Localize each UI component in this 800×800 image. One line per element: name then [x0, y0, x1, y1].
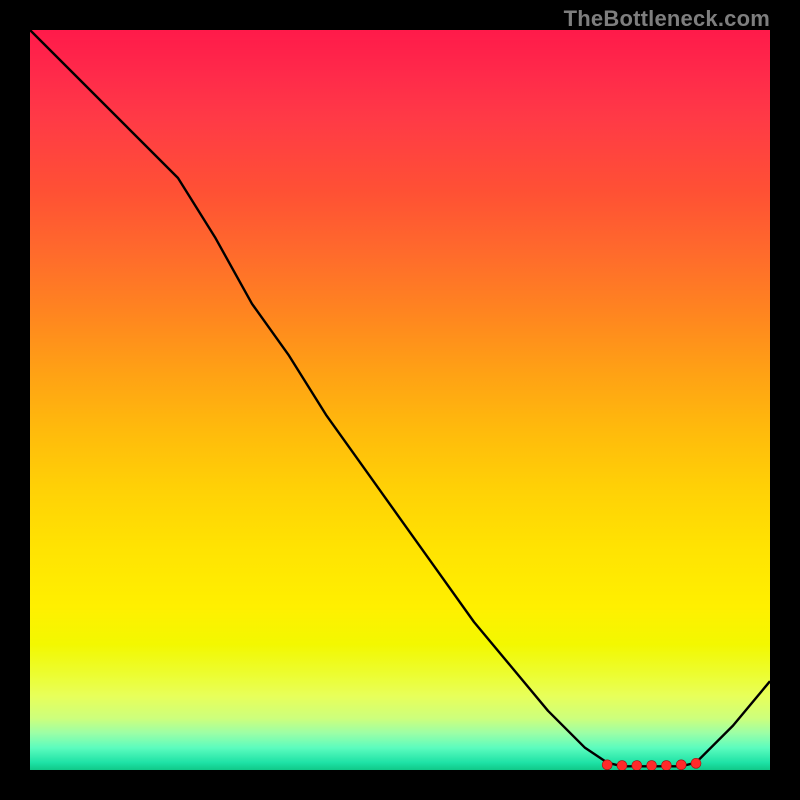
plot-area [30, 30, 770, 770]
chart-root: TheBottleneck.com [0, 0, 800, 800]
watermark: TheBottleneck.com [564, 6, 770, 32]
